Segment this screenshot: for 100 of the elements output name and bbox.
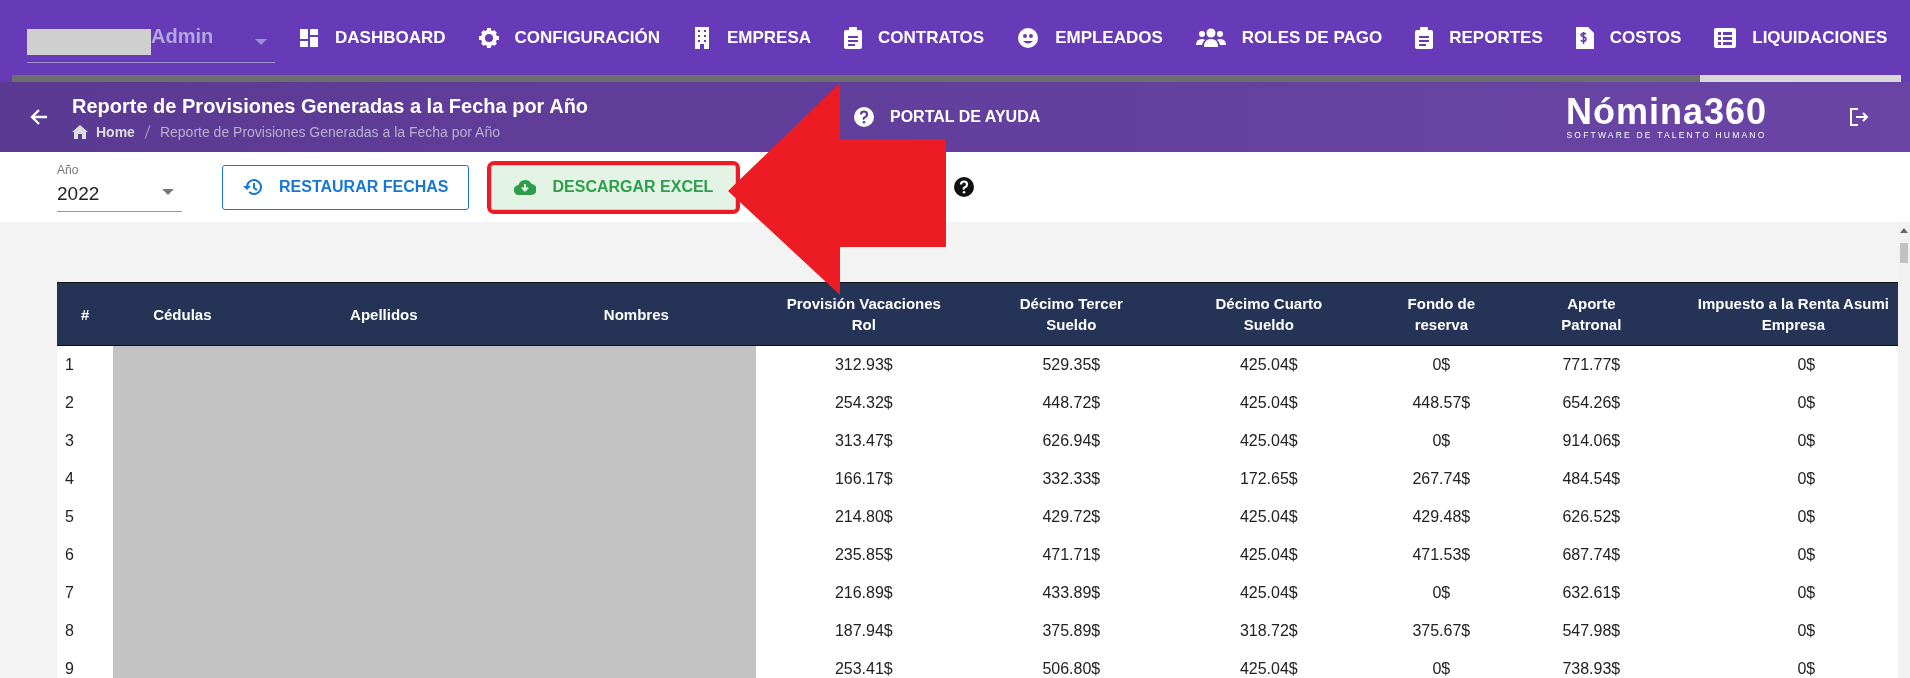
table-cell: 214.80$ <box>756 498 972 536</box>
logo-tagline: SOFTWARE DE TALENTO HUMANO <box>1566 130 1767 140</box>
table-cell: 0$ <box>1666 384 1898 422</box>
logo-name: Nómina360 <box>1565 94 1768 130</box>
cloud-download-icon <box>514 179 537 195</box>
table-cell: 0$ <box>1366 345 1517 384</box>
table-cell: 654.26$ <box>1516 384 1667 422</box>
nav-tab[interactable]: DASHBOARD <box>285 0 460 82</box>
column-header: Aporte Patronal <box>1516 282 1667 346</box>
table-cell: 0$ <box>1666 574 1898 612</box>
history-icon <box>243 178 263 196</box>
table-cell: 506.80$ <box>971 650 1172 678</box>
table-cell: 0$ <box>1366 574 1517 612</box>
table-cell: 318.72$ <box>1171 612 1367 650</box>
table-cell: 267.74$ <box>1366 460 1517 498</box>
table-cell: 187.94$ <box>756 612 972 650</box>
table-cell: 2 <box>57 384 114 422</box>
scroll-up-icon[interactable] <box>1900 228 1908 233</box>
table-cell: 771.77$ <box>1516 345 1667 384</box>
table-cell: 425.04$ <box>1171 422 1367 460</box>
table-cell: 0$ <box>1366 422 1517 460</box>
table-cell: 0$ <box>1366 650 1517 678</box>
table-cell: 425.04$ <box>1171 650 1367 678</box>
table-cell: 253.41$ <box>756 650 972 678</box>
table-cell: 429.48$ <box>1366 498 1517 536</box>
column-header: # <box>57 282 114 346</box>
table-cell: 626.52$ <box>1516 498 1667 536</box>
breadcrumb-current: Reporte de Provisiones Generadas a la Fecha por Año <box>159 123 500 140</box>
table-cell: 484.54$ <box>1516 460 1667 498</box>
nav-tab[interactable]: CONTRATOS <box>830 0 999 82</box>
column-header: Décimo Cuarto Sueldo <box>1171 282 1367 346</box>
nav-tab[interactable]: CONFIGURACIÓN <box>464 0 674 82</box>
table-cell: 0$ <box>1666 536 1898 574</box>
table-cell: 626.94$ <box>971 422 1172 460</box>
year-select[interactable]: Año 2022 <box>57 162 182 212</box>
table-cell: 687.74$ <box>1516 536 1667 574</box>
column-header: Cédulas <box>113 282 252 346</box>
clipboard-icon <box>844 26 863 49</box>
column-header: Apellidos <box>251 282 517 346</box>
settings-icon <box>478 27 499 48</box>
back-arrow-icon[interactable] <box>30 109 48 125</box>
table-cell: 425.04$ <box>1171 345 1367 384</box>
table-cell: 738.93$ <box>1516 650 1667 678</box>
table-cell: 166.17$ <box>756 460 972 498</box>
table-cell: 632.61$ <box>1516 574 1667 612</box>
table-cell: 425.04$ <box>1171 384 1367 422</box>
column-header: Impuesto a la Renta Asumi Empresa <box>1666 282 1898 346</box>
table-cell: 172.65$ <box>1171 460 1367 498</box>
caret-icon <box>255 39 267 45</box>
table-cell: 4 <box>57 460 114 498</box>
list-icon <box>1714 27 1737 48</box>
table-cell: 3 <box>57 422 114 460</box>
invoice-icon <box>1575 26 1594 49</box>
table-cell: 914.06$ <box>1516 422 1667 460</box>
table-cell: 5 <box>57 498 114 536</box>
help-portal-link[interactable]: PORTAL DE AYUDA <box>854 107 1554 127</box>
table-cell: 471.53$ <box>1366 536 1517 574</box>
scrollbar-thumb[interactable] <box>1900 243 1908 263</box>
table-cell: 429.72$ <box>971 498 1172 536</box>
table-cell: 425.04$ <box>1171 498 1367 536</box>
table-cell: 0$ <box>1666 422 1898 460</box>
table-cell: 375.89$ <box>971 612 1172 650</box>
nav-tab[interactable]: COSTOS <box>1561 0 1696 82</box>
people-icon <box>1195 27 1226 48</box>
table-cell: 0$ <box>1666 612 1898 650</box>
table-cell: 332.33$ <box>971 460 1172 498</box>
restore-dates-button[interactable]: RESTAURAR FECHAS <box>222 164 470 210</box>
nav-tab[interactable]: ROLES DE PAGO <box>1181 0 1397 82</box>
column-header: Décimo Tercer Sueldo <box>971 282 1172 346</box>
table-cell: 375.67$ <box>1366 612 1517 650</box>
table-cell: 433.89$ <box>971 574 1172 612</box>
home-icon <box>72 124 88 139</box>
table-cell: 448.72$ <box>971 384 1172 422</box>
table-cell: 0$ <box>1666 460 1898 498</box>
nav-tab[interactable]: EMPLEADOS <box>1003 0 1177 82</box>
logout-icon[interactable] <box>1849 107 1869 127</box>
building-icon <box>692 26 711 49</box>
table-cell: 0$ <box>1666 650 1898 678</box>
page-title: Reporte de Provisiones Generadas a la Fecha por Año <box>72 94 590 118</box>
dashboard-icon <box>299 27 319 48</box>
table-cell: 235.85$ <box>756 536 972 574</box>
table-cell: 0$ <box>1666 345 1898 384</box>
column-header: Fondo de reserva <box>1366 282 1517 346</box>
table-cell: 1 <box>57 345 114 384</box>
help-icon[interactable] <box>954 177 975 197</box>
table-cell: 425.04$ <box>1171 574 1367 612</box>
table-cell: 471.71$ <box>971 536 1172 574</box>
nav-tab[interactable]: REPORTES <box>1401 0 1557 82</box>
nav-tab[interactable]: EMPRESA <box>678 0 826 82</box>
caret-icon <box>162 188 174 195</box>
table-cell: 8 <box>57 612 114 650</box>
table-cell: 448.57$ <box>1366 384 1517 422</box>
table-cell: 312.93$ <box>756 345 972 384</box>
table-cell: 9 <box>57 650 114 678</box>
clipboard-icon <box>1415 26 1434 49</box>
table-cell: 529.35$ <box>971 345 1172 384</box>
table-cell: 6 <box>57 536 114 574</box>
breadcrumb-link[interactable]: Home <box>96 123 135 140</box>
column-header: Nombres <box>516 282 757 346</box>
table-cell: 425.04$ <box>1171 536 1367 574</box>
